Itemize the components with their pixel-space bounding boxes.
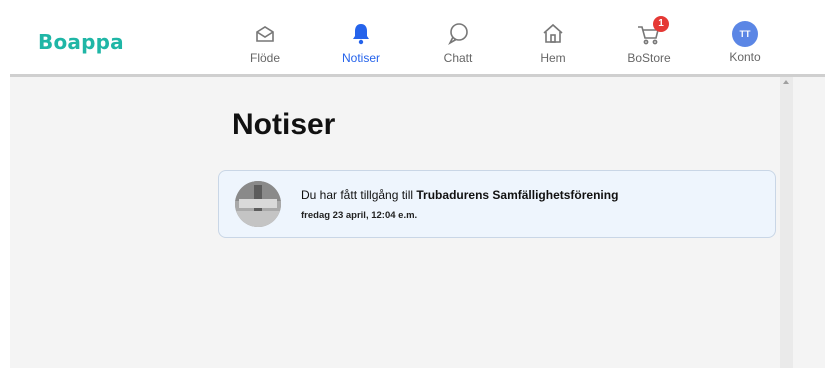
nav-item-chatt[interactable]: Chatt (423, 18, 493, 70)
nav-label-konto: Konto (729, 50, 761, 64)
notification-association-name: Trubadurens Samfällighetsförening (416, 188, 619, 202)
notification-avatar (235, 181, 281, 227)
house-icon (539, 20, 567, 48)
boappa-logo[interactable]: Boappa (38, 30, 124, 54)
notification-text-prefix: Du har fått tillgång till (301, 188, 417, 202)
nav-label-notiser: Notiser (341, 51, 380, 65)
notification-item[interactable]: Du har fått tillgång till Trubadurens Sa… (218, 170, 776, 238)
user-avatar: TT (732, 21, 758, 47)
nav-label-flode: Flöde (249, 51, 281, 65)
inbox-icon (251, 20, 279, 48)
scroll-up-arrow-icon[interactable] (783, 80, 789, 84)
nav-item-flode[interactable]: Flöde (230, 18, 300, 70)
nav-item-konto[interactable]: TT Konto (710, 18, 780, 70)
top-navigation-bar: Boappa Flöde Notiser Chatt Hem 1 BoStore… (10, 8, 825, 77)
nav-label-bostore: BoStore (627, 51, 671, 65)
notification-text: Du har fått tillgång till Trubadurens Sa… (301, 188, 618, 202)
bell-icon (347, 20, 375, 48)
nav-item-bostore[interactable]: 1 BoStore (614, 16, 684, 70)
cart-icon: 1 (635, 16, 669, 48)
vertical-scrollbar[interactable] (780, 77, 793, 368)
nav-label-hem: Hem (540, 51, 566, 65)
nav-item-hem[interactable]: Hem (518, 18, 588, 70)
page-title: Notiser (232, 108, 336, 141)
nav-item-notiser[interactable]: Notiser (326, 18, 396, 70)
app-window: Boappa Flöde Notiser Chatt Hem 1 BoStore… (10, 8, 825, 368)
cart-badge: 1 (653, 16, 669, 32)
chat-bubble-icon (444, 20, 472, 48)
nav-label-chatt: Chatt (443, 51, 473, 65)
notification-timestamp: fredag 23 april, 12:04 e.m. (301, 210, 418, 221)
